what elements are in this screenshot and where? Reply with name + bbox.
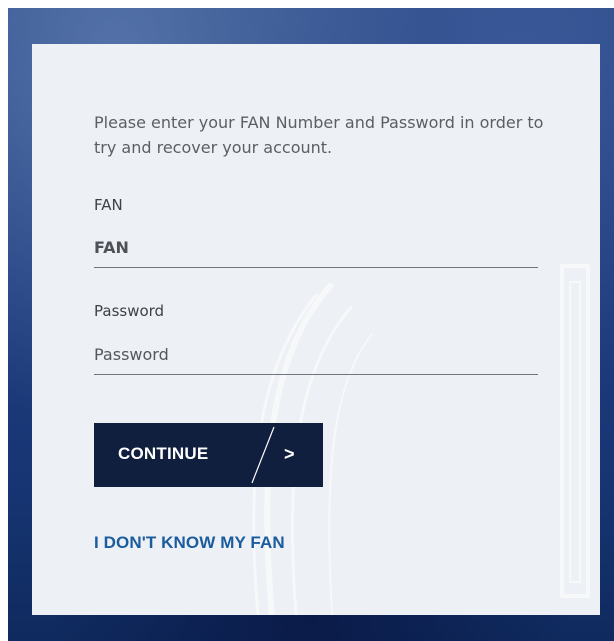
recovery-card: Please enter your FAN Number and Passwor… — [32, 44, 600, 615]
dont-know-fan-link[interactable]: I DON'T KNOW MY FAN — [94, 533, 285, 553]
continue-button-label: CONTINUE — [118, 444, 209, 463]
continue-button[interactable]: CONTINUE > — [94, 423, 323, 487]
chevron-right-icon: > — [284, 444, 295, 464]
fan-label: FAN — [94, 196, 123, 214]
intro-text: Please enter your FAN Number and Passwor… — [94, 113, 544, 157]
password-label: Password — [94, 302, 165, 320]
fan-input[interactable] — [94, 234, 538, 268]
password-input[interactable] — [94, 341, 538, 375]
